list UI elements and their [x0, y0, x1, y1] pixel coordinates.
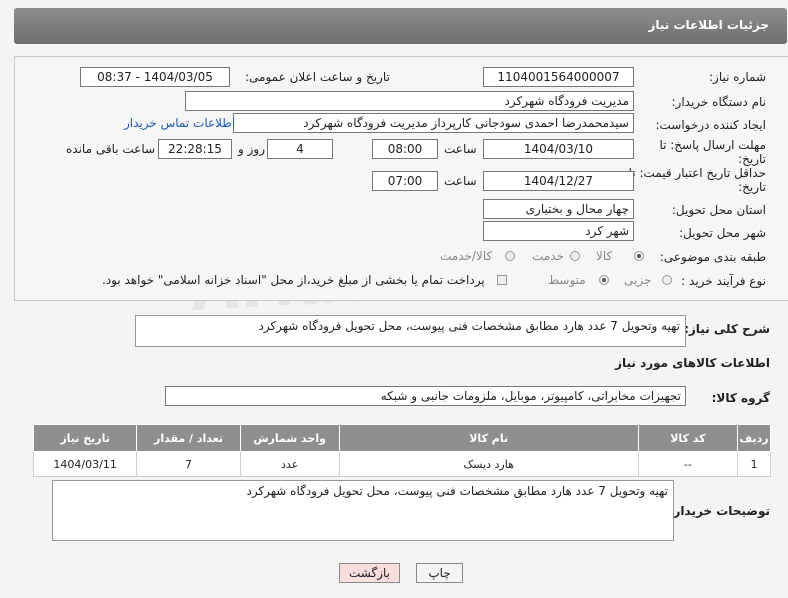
- col-date: تاریخ نیاز: [32, 424, 138, 452]
- category-both-radio[interactable]: [505, 251, 515, 261]
- buyer-notes-label: توضیحات خریدار:: [668, 504, 770, 518]
- category-label: طبقه بندی موضوعی:: [659, 250, 766, 264]
- summary-textarea[interactable]: تهیه وتحویل 7 عدد هارد مطابق مشخصات فنی …: [135, 315, 686, 347]
- creator-field: سیدمحمدرضا احمدی سودجانی کارپرداز مدیریت…: [233, 113, 634, 133]
- process-medium-label: متوسط: [548, 273, 586, 287]
- process-minor-label: جزیی: [624, 273, 652, 287]
- summary-label: شرح کلی نیاز:: [684, 322, 770, 336]
- cell-unit: عدد: [239, 451, 340, 477]
- cell-qty: 7: [136, 451, 241, 477]
- announce-field: 1404/03/05 - 08:37: [80, 67, 230, 87]
- remaining-label: ساعت باقی مانده: [66, 142, 156, 156]
- city-field: شهر کرد: [483, 221, 634, 241]
- col-code: کد کالا: [637, 424, 739, 452]
- city-label: شهر محل تحویل:: [679, 226, 766, 240]
- category-service-radio[interactable]: [570, 251, 580, 261]
- creator-label: ایجاد کننده درخواست:: [655, 118, 766, 132]
- buyer-notes-textarea[interactable]: تهیه وتحویل 7 عدد هارد مطابق مشخصات فنی …: [52, 480, 674, 541]
- price-validity-time-label: ساعت: [444, 174, 477, 188]
- payment-note: پرداخت تمام یا بخشی از مبلغ خرید،از محل …: [102, 273, 485, 287]
- deadline-date-field: 1404/03/10: [483, 139, 634, 159]
- cell-name: هارد دیسک: [338, 451, 639, 477]
- page-header: جزئیات اطلاعات نیاز: [14, 8, 787, 44]
- category-goods-radio[interactable]: [634, 251, 644, 261]
- cell-row: 1: [737, 451, 771, 477]
- process-minor-radio[interactable]: [662, 275, 672, 285]
- days-remaining-field: 4: [267, 139, 333, 159]
- col-unit: واحد شمارش: [239, 424, 340, 452]
- announce-label: تاریخ و ساعت اعلان عمومی:: [245, 70, 390, 84]
- payment-checkbox[interactable]: [497, 275, 507, 285]
- back-button[interactable]: بازگشت: [339, 563, 400, 583]
- province-label: استان محل تحویل:: [671, 203, 766, 217]
- cell-date: 1404/03/11: [32, 451, 138, 477]
- price-validity-date-field: 1404/12/27: [483, 171, 634, 191]
- remaining-time-field: 22:28:15: [158, 139, 232, 159]
- goods-section-title: اطلاعات کالاهای مورد نیاز: [615, 356, 770, 370]
- cell-code: --: [637, 451, 739, 477]
- deadline-time-field: 08:00: [372, 139, 438, 159]
- price-validity-time-field: 07:00: [372, 171, 438, 191]
- category-both-label: کالا/خدمت: [440, 249, 493, 263]
- buyer-contact-link[interactable]: اطلاعات تماس خریدار: [124, 116, 235, 130]
- deadline-time-label: ساعت: [444, 142, 477, 156]
- page-title: جزئیات اطلاعات نیاز: [648, 18, 769, 32]
- col-row: ردیف: [737, 424, 771, 452]
- goods-group-field: تجهیزات مخابراتی، کامپیوتر، موبایل، ملزو…: [165, 386, 686, 406]
- print-button[interactable]: چاپ: [416, 563, 463, 583]
- need-number-field: 1104001564000007: [483, 67, 634, 87]
- goods-table: ردیف کد کالا نام کالا واحد شمارش تعداد /…: [32, 424, 771, 477]
- process-medium-radio[interactable]: [599, 275, 609, 285]
- goods-group-label: گروه کالا:: [711, 391, 770, 405]
- province-field: چهار محال و بختیاری: [483, 199, 634, 219]
- category-service-label: خدمت: [532, 249, 564, 263]
- days-label: روز و: [238, 142, 265, 156]
- col-qty: تعداد / مقدار: [136, 424, 241, 452]
- deadline-label: مهلت ارسال پاسخ: تا تاریخ:: [659, 138, 766, 166]
- category-goods-label: کالا: [596, 249, 613, 263]
- buyer-org-label: نام دستگاه خریدار:: [671, 95, 767, 109]
- process-label: نوع فرآیند خرید :: [681, 274, 766, 288]
- need-number-label: شماره نیاز:: [709, 70, 766, 84]
- col-name: نام کالا: [338, 424, 639, 452]
- price-validity-label: حداقل تاریخ اعتبار قیمت: تا تاریخ:: [628, 166, 766, 194]
- buyer-org-field: مدیریت فرودگاه شهرکرد: [185, 91, 634, 111]
- table-row: 1 -- هارد دیسک عدد 7 1404/03/11: [32, 451, 771, 477]
